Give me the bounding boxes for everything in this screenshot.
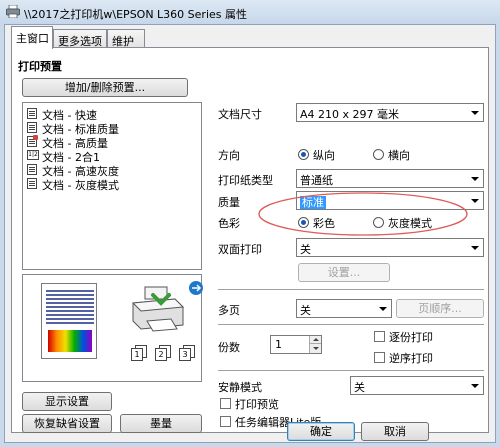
title-bar: \\2017之打印机w\EPSON L360 Series 属性 bbox=[0, 0, 500, 24]
tab-more-options[interactable]: 更多选项 bbox=[53, 29, 107, 48]
page-order-button[interactable]: 页顺序... bbox=[396, 299, 484, 318]
page-stack-icon: 1 bbox=[131, 345, 149, 361]
page-stack-icon: 3 bbox=[179, 345, 197, 361]
paper-type-label: 打印纸类型 bbox=[218, 174, 273, 187]
print-preview-checkbox[interactable] bbox=[220, 398, 231, 409]
copies-spinner[interactable]: 1 bbox=[270, 335, 322, 354]
landscape-radio[interactable] bbox=[373, 149, 384, 160]
printer-icon bbox=[6, 4, 20, 19]
ink-levels-button[interactable]: 墨量 bbox=[120, 414, 202, 433]
presets-title: 打印预置 bbox=[18, 60, 62, 73]
dialog-client: 主窗口 更多选项 维护 打印预置 增加/删除预置... 文档 - 快速 文档 -… bbox=[4, 24, 496, 443]
quiet-mode-select[interactable]: 关 bbox=[350, 376, 484, 395]
print-preview-label: 打印预览 bbox=[235, 398, 279, 411]
paper-preview bbox=[41, 283, 97, 359]
document-quality-icon bbox=[27, 135, 38, 147]
job-arranger-checkbox[interactable] bbox=[220, 416, 231, 427]
cancel-button[interactable]: 取消 bbox=[361, 422, 429, 441]
document-icon bbox=[27, 122, 37, 133]
window-title: \\2017之打印机w\EPSON L360 Series 属性 bbox=[24, 8, 248, 21]
show-settings-button[interactable]: 显示设置 bbox=[22, 392, 112, 411]
landscape-label: 横向 bbox=[388, 149, 410, 162]
collate-label: 逐份打印 bbox=[389, 331, 433, 344]
printer-illustration-icon bbox=[131, 286, 185, 332]
orientation-label: 方向 bbox=[218, 149, 240, 162]
preview-panel: 1 2 3 bbox=[22, 274, 203, 382]
portrait-radio[interactable] bbox=[298, 149, 309, 160]
reverse-checkbox[interactable] bbox=[374, 352, 385, 363]
copies-label: 份数 bbox=[218, 341, 240, 354]
tab-main[interactable]: 主窗口 bbox=[11, 26, 53, 49]
paper-type-select[interactable]: 普通纸 bbox=[296, 169, 484, 188]
reverse-label: 逆序打印 bbox=[389, 352, 433, 365]
divider bbox=[218, 289, 484, 290]
tab-page-main: 打印预置 增加/删除预置... 文档 - 快速 文档 - 标准质量 文档 - 高… bbox=[11, 47, 489, 433]
duplex-value: 关 bbox=[300, 243, 311, 256]
page-badge: 3 bbox=[179, 348, 191, 361]
restore-defaults-button[interactable]: 恢复缺省设置 bbox=[22, 414, 112, 433]
two-in-one-icon: 1|2 bbox=[27, 150, 39, 160]
help-icon[interactable] bbox=[189, 281, 203, 295]
copies-value: 1 bbox=[275, 338, 282, 351]
doc-size-label: 文档尺寸 bbox=[218, 108, 262, 121]
preset-label: 文档 - 灰度模式 bbox=[42, 179, 119, 192]
spin-down-icon[interactable] bbox=[309, 344, 321, 353]
quality-label: 质量 bbox=[218, 196, 240, 209]
divider bbox=[218, 324, 484, 325]
quiet-mode-value: 关 bbox=[354, 381, 365, 394]
duplex-settings-button[interactable]: 设置... bbox=[298, 263, 390, 282]
color-label: 色彩 bbox=[218, 217, 240, 230]
tab-maintenance[interactable]: 维护 bbox=[107, 29, 145, 48]
duplex-select[interactable]: 关 bbox=[296, 238, 484, 257]
annotation-ellipse bbox=[258, 192, 468, 236]
multipage-select[interactable]: 关 bbox=[296, 299, 392, 318]
document-icon bbox=[27, 178, 37, 189]
duplex-label: 双面打印 bbox=[218, 243, 262, 256]
quiet-mode-label: 安静模式 bbox=[218, 381, 262, 394]
page-stack-icon: 2 bbox=[155, 345, 173, 361]
presets-list[interactable]: 文档 - 快速 文档 - 标准质量 文档 - 高质量 1|2 文档 - 2合1 … bbox=[22, 102, 202, 270]
multipage-value: 关 bbox=[300, 304, 311, 317]
document-icon bbox=[27, 108, 37, 119]
page-badge: 1 bbox=[131, 348, 143, 361]
doc-size-value: A4 210 x 297 毫米 bbox=[300, 108, 400, 121]
doc-size-select[interactable]: A4 210 x 297 毫米 bbox=[296, 103, 484, 122]
collate-checkbox[interactable] bbox=[374, 331, 385, 342]
paper-type-value: 普通纸 bbox=[300, 174, 333, 187]
ok-button[interactable]: 确定 bbox=[287, 422, 355, 441]
document-icon bbox=[27, 164, 37, 175]
multipage-label: 多页 bbox=[218, 304, 240, 317]
add-remove-presets-button[interactable]: 增加/删除预置... bbox=[22, 78, 188, 97]
page-badge: 2 bbox=[155, 348, 167, 361]
divider bbox=[218, 370, 484, 371]
spin-up-icon[interactable] bbox=[309, 336, 321, 344]
portrait-label: 纵向 bbox=[313, 149, 335, 162]
